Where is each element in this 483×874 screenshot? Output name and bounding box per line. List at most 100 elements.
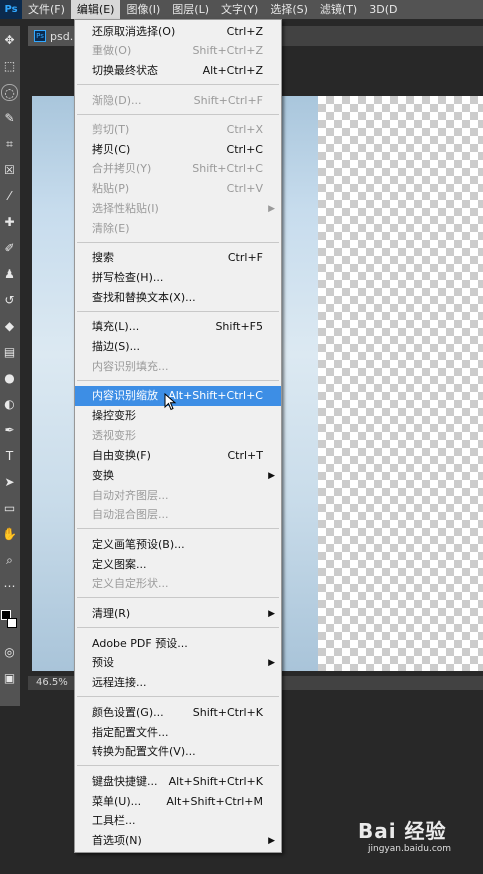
menu-item-fade[interactable]: 渐隐(D)... Shift+Ctrl+F: [75, 91, 281, 111]
menu-layer[interactable]: 图层(L): [166, 0, 215, 19]
menu-item-label: 还原取消选择(O): [92, 25, 176, 38]
menu-item-label: 自动对齐图层...: [92, 489, 169, 502]
history-brush-tool-icon[interactable]: ↺: [1, 292, 18, 309]
menu-image[interactable]: 图像(I): [120, 0, 166, 19]
menu-item-shortcut: Shift+Ctrl+F: [193, 94, 263, 107]
menu-select[interactable]: 选择(S): [264, 0, 314, 19]
menu-item-puppet-warp[interactable]: 操控变形: [75, 406, 281, 426]
menu-edit[interactable]: 编辑(E): [70, 0, 121, 19]
submenu-arrow-icon: ▶: [268, 204, 275, 214]
menu-item-transform[interactable]: 变换 ▶: [75, 466, 281, 486]
menu-item-convert-to-profile[interactable]: 转换为配置文件(V)...: [75, 742, 281, 762]
pen-tool-icon[interactable]: ✒: [1, 422, 18, 439]
clone-stamp-tool-icon[interactable]: ♟: [1, 266, 18, 283]
menu-item-auto-align-layers[interactable]: 自动对齐图层...: [75, 486, 281, 506]
menu-filter[interactable]: 滤镜(T): [314, 0, 363, 19]
menu-item-label: 搜索: [92, 251, 114, 264]
menu-item-label: 自由变换(F): [92, 449, 151, 462]
menu-item-shortcut: Ctrl+X: [226, 123, 263, 136]
menu-item-label: 预设: [92, 656, 114, 669]
gradient-tool-icon[interactable]: ▤: [1, 344, 18, 361]
menu-item-stroke[interactable]: 描边(S)...: [75, 337, 281, 357]
menu-type[interactable]: 文字(Y): [215, 0, 264, 19]
menu-item-label: 定义图案...: [92, 558, 147, 571]
menu-item-assign-profile[interactable]: 指定配置文件...: [75, 723, 281, 743]
menu-separator: [77, 627, 279, 628]
menu-separator: [77, 597, 279, 598]
menu-item-toggle-last-state[interactable]: 切换最终状态 Alt+Ctrl+Z: [75, 61, 281, 81]
menu-item-label: 填充(L)...: [92, 320, 140, 333]
hand-tool-icon[interactable]: ✋: [1, 526, 18, 543]
menu-item-perspective-warp[interactable]: 透视变形: [75, 426, 281, 446]
menu-item-menus[interactable]: 菜单(U)... Alt+Shift+Ctrl+M: [75, 792, 281, 812]
quick-mask-icon[interactable]: ◎: [1, 644, 18, 661]
menu-3d[interactable]: 3D(D: [363, 0, 403, 19]
submenu-arrow-icon: ▶: [268, 471, 275, 481]
menu-item-label: 定义自定形状...: [92, 577, 169, 590]
menu-item-label: 清除(E): [92, 222, 130, 235]
move-tool-icon[interactable]: ✥: [1, 32, 18, 49]
menu-item-presets[interactable]: 预设 ▶: [75, 653, 281, 673]
healing-brush-tool-icon[interactable]: ✚: [1, 214, 18, 231]
quick-select-tool-icon[interactable]: ✎: [1, 110, 18, 127]
crop-tool-icon[interactable]: ⌗: [1, 136, 18, 153]
menu-item-fill[interactable]: 填充(L)... Shift+F5: [75, 317, 281, 337]
menu-item-search[interactable]: 搜索 Ctrl+F: [75, 248, 281, 268]
menu-item-paste-special[interactable]: 选择性粘贴(I) ▶: [75, 199, 281, 219]
menu-item-shortcut: Ctrl+Z: [226, 25, 263, 38]
screen-mode-icon[interactable]: ▣: [1, 670, 18, 687]
menu-item-find-replace[interactable]: 查找和替换文本(X)...: [75, 288, 281, 308]
menu-item-label: 工具栏...: [92, 814, 136, 827]
background-color-swatch[interactable]: [7, 618, 17, 628]
dodge-tool-icon[interactable]: ◐: [1, 396, 18, 413]
menu-item-keyboard-shortcuts[interactable]: 键盘快捷键... Alt+Shift+Ctrl+K: [75, 772, 281, 792]
menu-item-adobe-pdf-presets[interactable]: Adobe PDF 预设...: [75, 634, 281, 654]
menu-item-cut[interactable]: 剪切(T) Ctrl+X: [75, 120, 281, 140]
zoom-level[interactable]: 46.5%: [36, 677, 68, 688]
menu-item-label: 菜单(U)...: [92, 795, 142, 808]
menu-item-shortcut: Ctrl+F: [227, 251, 263, 264]
menu-item-label: 清理(R): [92, 607, 131, 620]
menu-item-shortcut: Alt+Ctrl+Z: [202, 64, 263, 77]
menu-item-spell-check[interactable]: 拼写检查(H)...: [75, 268, 281, 288]
menu-item-define-custom-shape[interactable]: 定义自定形状...: [75, 574, 281, 594]
menu-item-toolbar[interactable]: 工具栏...: [75, 811, 281, 831]
menu-item-purge[interactable]: 清理(R) ▶: [75, 604, 281, 624]
menu-item-label: 变换: [92, 469, 114, 482]
eyedropper-tool-icon[interactable]: ⁄: [1, 188, 18, 205]
frame-tool-icon[interactable]: ☒: [1, 162, 18, 179]
menu-item-auto-blend-layers[interactable]: 自动混合图层...: [75, 505, 281, 525]
menu-file[interactable]: 文件(F): [22, 0, 71, 19]
menu-item-content-aware-scale[interactable]: 内容识别缩放 Alt+Shift+Ctrl+C: [75, 386, 281, 406]
menu-item-paste[interactable]: 粘贴(P) Ctrl+V: [75, 179, 281, 199]
type-tool-icon[interactable]: T: [1, 448, 18, 465]
menu-item-label: 粘贴(P): [92, 182, 130, 195]
rectangle-tool-icon[interactable]: ▭: [1, 500, 18, 517]
menu-item-color-settings[interactable]: 颜色设置(G)... Shift+Ctrl+K: [75, 703, 281, 723]
menu-item-free-transform[interactable]: 自由变换(F) Ctrl+T: [75, 446, 281, 466]
menu-item-preferences[interactable]: 首选项(N) ▶: [75, 831, 281, 851]
menu-item-remote-connections[interactable]: 远程连接...: [75, 673, 281, 693]
zoom-tool-icon[interactable]: ⌕: [1, 552, 18, 569]
menu-item-redo[interactable]: 重做(O) Shift+Ctrl+Z: [75, 41, 281, 61]
brush-tool-icon[interactable]: ✐: [1, 240, 18, 257]
menu-item-content-aware-fill[interactable]: 内容识别填充...: [75, 357, 281, 377]
edit-menu-dropdown: 还原取消选择(O) Ctrl+Z 重做(O) Shift+Ctrl+Z 切换最终状态…: [74, 19, 282, 853]
menu-bar: Ps 文件(F) 编辑(E) 图像(I) 图层(L) 文字(Y) 选择(S) 滤…: [0, 0, 483, 19]
more-tools-icon[interactable]: ⋯: [1, 578, 18, 595]
eraser-tool-icon[interactable]: ◆: [1, 318, 18, 335]
menu-item-label: 拼写检查(H)...: [92, 271, 164, 284]
menu-item-undo[interactable]: 还原取消选择(O) Ctrl+Z: [75, 22, 281, 42]
menu-item-shortcut: Alt+Shift+Ctrl+K: [168, 775, 263, 788]
path-select-tool-icon[interactable]: ➤: [1, 474, 18, 491]
marquee-tool-icon[interactable]: ⬚: [1, 58, 18, 75]
blur-tool-icon[interactable]: ●: [1, 370, 18, 387]
menu-item-shortcut: Ctrl+T: [227, 449, 263, 462]
menu-item-copy-merged[interactable]: 合并拷贝(Y) Shift+Ctrl+C: [75, 159, 281, 179]
lasso-tool-icon[interactable]: ◌: [1, 84, 18, 101]
menu-item-define-pattern[interactable]: 定义图案...: [75, 555, 281, 575]
menu-item-define-brush[interactable]: 定义画笔预设(B)...: [75, 535, 281, 555]
menu-item-copy[interactable]: 拷贝(C) Ctrl+C: [75, 140, 281, 160]
menu-item-clear[interactable]: 清除(E): [75, 219, 281, 239]
transparent-area[interactable]: [318, 96, 483, 671]
